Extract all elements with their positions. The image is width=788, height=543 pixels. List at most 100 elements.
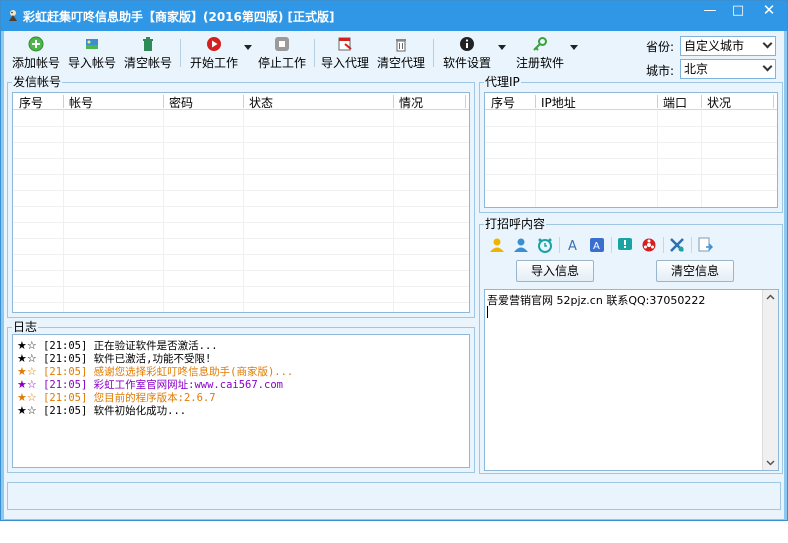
scroll-down-icon[interactable] [763, 455, 778, 470]
log-text: [21:05] 正在验证软件是否激活... [43, 340, 218, 352]
import-proxy-button[interactable]: 导入代理 [319, 36, 371, 70]
toolbar: 添加帐号 导入帐号 清空帐号 开始工作 停止工作 导入代理 清空代理 软件设置 … [4, 31, 784, 79]
greeting-scrollbar[interactable] [762, 290, 778, 470]
proxy-col-index[interactable]: 序号 [491, 94, 515, 111]
clear-proxy-label: 清空代理 [376, 56, 425, 70]
clear-info-button[interactable]: 清空信息 [656, 260, 734, 282]
log-star-icon: ★☆ [17, 404, 37, 417]
log-text: [21:05] 软件初始化成功... [43, 405, 187, 417]
clear-account-label: 清空帐号 [123, 56, 172, 70]
log-star-icon: ★☆ [17, 352, 37, 365]
grid-row-line [13, 238, 469, 239]
user-add-icon[interactable] [489, 237, 505, 253]
proxy-group-label: 代理IP [484, 75, 521, 89]
grid-row-line [13, 254, 469, 255]
stop-icon [275, 37, 289, 51]
biohazard-icon[interactable] [641, 237, 657, 253]
greeting-content-input[interactable]: 吾爱营销官网 52pjz.cn 联系QQ:37050222 [484, 289, 779, 471]
log-text: [21:05] 您目前的程序版本:2.6.7 [43, 392, 216, 404]
accounts-table[interactable]: 序号 帐号 密码 状态 情况 [12, 92, 470, 313]
settings-label: 软件设置 [442, 56, 491, 70]
register-button[interactable]: 注册软件 [512, 36, 568, 70]
close-button[interactable]: ✕ [752, 1, 786, 21]
province-label: 省份: [646, 40, 675, 54]
grid-row-line [13, 142, 469, 143]
import-info-button[interactable]: 导入信息 [516, 260, 594, 282]
svg-text:A: A [593, 241, 600, 252]
accounts-col-account[interactable]: 帐号 [69, 94, 93, 111]
grid-column-line [163, 110, 164, 312]
plus-circle-icon [28, 36, 44, 52]
play-icon [207, 37, 221, 51]
title-bar[interactable]: 彩虹赶集叮咚信息助手【商家版】(2016第四版) [正式版] — □ ✕ [1, 1, 787, 31]
settings-button[interactable]: 软件设置 [441, 36, 493, 70]
proxy-col-state[interactable]: 状况 [707, 94, 731, 111]
log-line: ★☆ [21:05] 感谢您选择彩虹叮咚信息助手(商家版)... [17, 365, 469, 378]
alarm-clock-icon[interactable] [537, 237, 553, 253]
column-divider [535, 95, 536, 108]
clear-proxy-button[interactable]: 清空代理 [375, 36, 427, 70]
accounts-col-status[interactable]: 状态 [249, 94, 273, 111]
icon-separator [663, 237, 664, 253]
column-divider [701, 95, 702, 108]
start-work-button[interactable]: 开始工作 [188, 36, 240, 70]
import-account-label: 导入帐号 [67, 56, 116, 70]
greeting-group: 打招呼内容 A A 导入信息 清空信息 吾爱营销官网 52pjz.cn 联系QQ… [479, 217, 783, 474]
grid-row-line [485, 174, 777, 175]
city-select[interactable]: 北京 [680, 59, 776, 79]
toolbar-separator [314, 39, 315, 67]
settings-dropdown-icon[interactable] [498, 45, 506, 50]
proxy-table[interactable]: 序号 IP地址 端口 状况 [484, 92, 778, 208]
grid-column-line [657, 110, 658, 207]
grid-row-line [13, 174, 469, 175]
grid-row-line [13, 222, 469, 223]
proxy-col-port[interactable]: 端口 [663, 94, 687, 111]
log-star-icon: ★☆ [17, 391, 37, 404]
accounts-col-situation[interactable]: 情况 [399, 94, 423, 111]
app-logo-icon [9, 10, 17, 21]
trash-gray-icon [396, 39, 406, 52]
stop-work-label: 停止工作 [257, 56, 306, 70]
grid-column-line [63, 110, 64, 312]
log-group-label: 日志 [12, 320, 39, 334]
clear-account-button[interactable]: 清空帐号 [122, 36, 174, 70]
scroll-up-icon[interactable] [763, 290, 778, 305]
chevron-down-icon [762, 61, 773, 72]
grid-column-line [393, 110, 394, 312]
stop-work-button[interactable]: 停止工作 [256, 36, 308, 70]
grid-row-line [13, 302, 469, 303]
export-icon[interactable] [697, 237, 713, 253]
grid-row-line [13, 270, 469, 271]
column-divider [243, 95, 244, 108]
icon-separator [691, 237, 692, 253]
column-divider [465, 95, 466, 108]
accounts-col-password[interactable]: 密码 [169, 94, 193, 111]
grid-row-line [485, 158, 777, 159]
font-icon[interactable]: A [565, 237, 581, 253]
grid-row-line [13, 190, 469, 191]
log-line: ★☆ [21:05] 彩虹工作室官网网址:www.cai567.com [17, 378, 469, 391]
font-color-icon[interactable]: A [589, 237, 605, 253]
greeting-group-label: 打招呼内容 [484, 217, 547, 231]
register-dropdown-icon[interactable] [570, 45, 578, 50]
maximize-button[interactable]: □ [724, 1, 752, 21]
proxy-group: 代理IP 序号 IP地址 端口 状况 [479, 75, 783, 213]
add-account-button[interactable]: 添加帐号 [10, 36, 62, 70]
import-account-button[interactable]: 导入帐号 [66, 36, 118, 70]
province-select[interactable]: 自定义城市 [680, 36, 776, 56]
import-image-icon [86, 39, 98, 49]
add-account-label: 添加帐号 [11, 56, 60, 70]
accounts-col-index[interactable]: 序号 [19, 94, 43, 111]
log-text: [21:05] 彩虹工作室官网网址:www.cai567.com [43, 379, 283, 391]
proxy-col-ip[interactable]: IP地址 [541, 94, 576, 111]
minimize-button[interactable]: — [696, 1, 724, 21]
tools-icon[interactable] [669, 237, 685, 253]
grid-row-line [13, 126, 469, 127]
user-icon[interactable] [513, 237, 529, 253]
greeting-content-text: 吾爱营销官网 52pjz.cn 联系QQ:37050222 [487, 294, 706, 307]
log-output[interactable]: ★☆ [21:05] 正在验证软件是否激活... ★☆ [21:05] 软件已激… [12, 334, 470, 468]
accounts-group: 发信帐号 序号 帐号 密码 状态 情况 [7, 75, 475, 318]
message-alert-icon[interactable] [617, 237, 633, 253]
log-group: 日志 ★☆ [21:05] 正在验证软件是否激活... ★☆ [21:05] 软… [7, 320, 475, 473]
start-work-dropdown-icon[interactable] [244, 45, 252, 50]
